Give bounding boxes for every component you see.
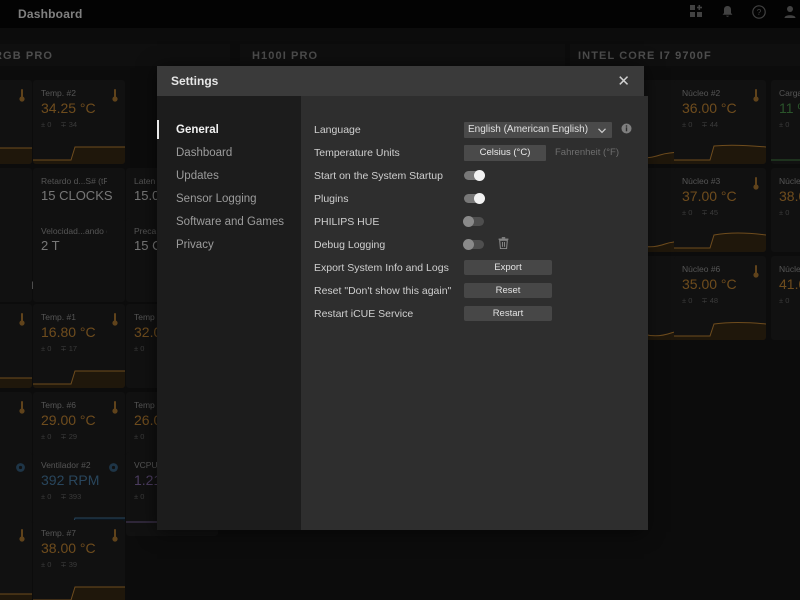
setting-label-temperature-units: Temperature Units	[314, 146, 400, 159]
setting-label-export: Export System Info and Logs	[314, 261, 449, 274]
sidebar-item-software-and-games[interactable]: Software and Games	[157, 210, 301, 233]
setting-row-startup: Start on the System Startup	[314, 164, 632, 187]
setting-label-restart: Restart iCUE Service	[314, 307, 414, 320]
sidebar-item-label: Privacy	[176, 238, 214, 251]
reset-button[interactable]: Reset	[464, 283, 552, 298]
setting-row-temperature-units: Temperature Units Celsius (°C) Fahrenhei…	[314, 141, 632, 164]
toggle-knob	[474, 169, 485, 181]
chevron-down-icon	[598, 126, 606, 137]
settings-dialog-title: Settings	[171, 74, 219, 88]
fahrenheit-option[interactable]: Fahrenheit (°F)	[546, 145, 628, 161]
setting-row-debug-logging: Debug Logging	[314, 233, 632, 256]
trash-icon[interactable]	[498, 236, 509, 254]
setting-row-plugins: Plugins	[314, 187, 632, 210]
sidebar-item-label: Sensor Logging	[176, 192, 257, 205]
setting-row-export: Export System Info and Logs Export	[314, 256, 632, 279]
info-icon[interactable]	[621, 121, 632, 139]
setting-label-startup: Start on the System Startup	[314, 169, 443, 182]
plugins-toggle[interactable]	[464, 192, 485, 204]
setting-row-language: Language English (American English)	[314, 118, 632, 141]
setting-row-restart: Restart iCUE Service Restart	[314, 302, 632, 325]
restart-button[interactable]: Restart	[464, 306, 552, 321]
toggle-knob	[474, 192, 485, 204]
sidebar-item-general[interactable]: General	[157, 118, 301, 141]
setting-label-philips-hue: PHILIPS HUE	[314, 215, 380, 228]
sidebar-item-label: Software and Games	[176, 215, 285, 228]
settings-sidebar: General Dashboard Updates Sensor Logging…	[157, 96, 301, 530]
export-button[interactable]: Export	[464, 260, 552, 275]
close-icon[interactable]: ✕	[613, 72, 634, 91]
settings-content: Language English (American English) Temp…	[301, 96, 648, 530]
toggle-knob	[463, 238, 474, 250]
setting-row-reset: Reset "Don't show this again" Reset	[314, 279, 632, 302]
settings-dialog-header: Settings ✕	[157, 66, 644, 96]
setting-label-reset: Reset "Don't show this again"	[314, 284, 452, 297]
language-select-value: English (American English)	[468, 124, 589, 135]
setting-label-debug-logging: Debug Logging	[314, 238, 386, 251]
language-select[interactable]: English (American English)	[464, 121, 612, 138]
startup-toggle[interactable]	[464, 169, 485, 181]
sidebar-item-label: Dashboard	[176, 146, 233, 159]
sidebar-item-label: General	[176, 123, 219, 136]
philips-hue-toggle[interactable]	[463, 215, 484, 227]
sidebar-item-privacy[interactable]: Privacy	[157, 233, 301, 256]
sidebar-item-dashboard[interactable]: Dashboard	[157, 141, 301, 164]
application-window: Dashboard ? RGB PRO H100I PRO INTEL CORE…	[0, 0, 800, 600]
sidebar-item-updates[interactable]: Updates	[157, 164, 301, 187]
debug-logging-toggle[interactable]	[463, 238, 484, 250]
settings-dialog-body: General Dashboard Updates Sensor Logging…	[157, 96, 648, 530]
setting-label-plugins: Plugins	[314, 192, 349, 205]
sidebar-item-label: Updates	[176, 169, 219, 182]
toggle-knob	[463, 215, 474, 227]
setting-label-language: Language	[314, 123, 361, 136]
settings-dialog: Settings ✕ General Dashboard Updates Sen…	[157, 66, 648, 530]
sidebar-item-sensor-logging[interactable]: Sensor Logging	[157, 187, 301, 210]
celsius-option[interactable]: Celsius (°C)	[464, 144, 546, 161]
setting-row-philips-hue: PHILIPS HUE	[314, 210, 632, 233]
